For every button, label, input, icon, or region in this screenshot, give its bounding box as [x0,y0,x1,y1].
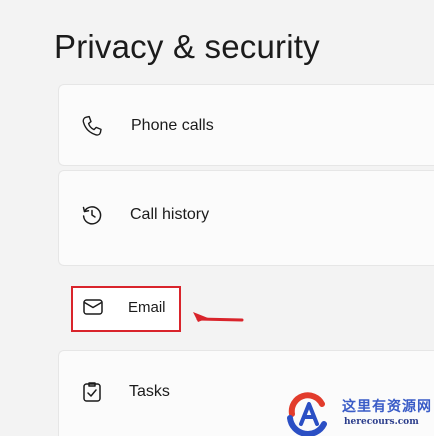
history-icon [80,203,104,227]
settings-page: Privacy & security Phone calls Call hist… [0,0,434,436]
settings-item-phone-calls[interactable] [58,84,434,166]
watermark-url: herecours.com [344,417,419,427]
email-label: Email [128,299,166,316]
settings-item-call-history[interactable] [58,170,434,266]
page-title: Privacy & security [54,28,320,65]
watermark-title: 这里有资源网 [342,399,432,415]
annotation-arrow-icon [190,306,244,328]
call-history-label: Call history [130,206,210,223]
watermark: 这里有资源网 herecours.com [284,392,432,436]
watermark-logo-icon [284,392,334,436]
phone-icon [80,114,104,138]
phone-calls-label: Phone calls [131,117,214,134]
tasks-label: Tasks [129,383,170,400]
mail-icon [81,295,105,319]
tasks-icon [80,380,104,404]
